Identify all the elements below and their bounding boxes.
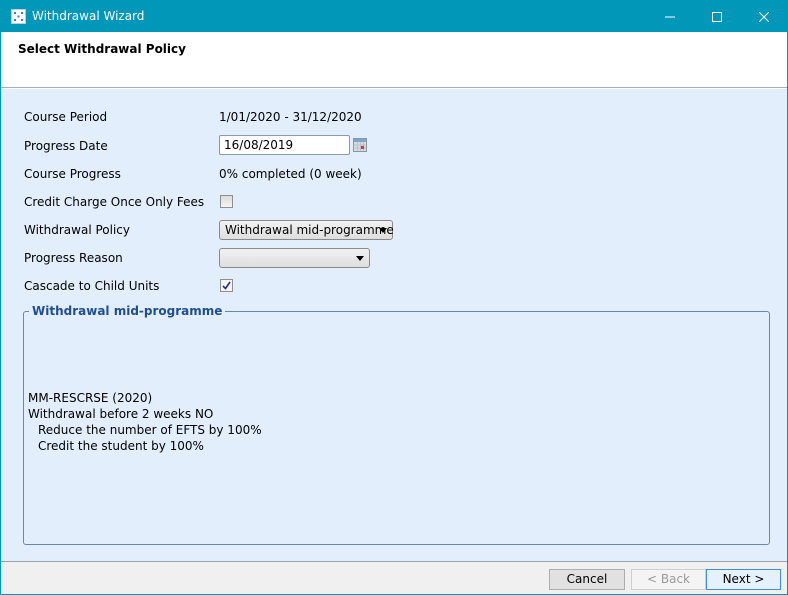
minimize-button[interactable] [647, 1, 693, 32]
cancel-button[interactable]: Cancel [549, 569, 625, 590]
dropdown-arrow-icon [379, 228, 387, 233]
checkmark-icon [222, 281, 231, 290]
progress-reason-label: Progress Reason [24, 251, 123, 265]
window-title: Withdrawal Wizard [32, 9, 145, 23]
cascade-checkbox[interactable] [220, 279, 233, 292]
cascade-label: Cascade to Child Units [24, 279, 160, 293]
progress-date-input[interactable]: 16/08/2019 [219, 135, 350, 155]
close-button[interactable] [741, 1, 787, 32]
policy-line: MM-RESCRSE (2020) [28, 391, 153, 405]
withdrawal-policy-select[interactable]: Withdrawal mid-programme [219, 220, 394, 240]
maximize-icon [712, 11, 722, 22]
next-button[interactable]: Next > [706, 569, 781, 590]
credit-charge-label: Credit Charge Once Only Fees [24, 195, 205, 209]
back-button[interactable]: < Back [631, 569, 706, 590]
page-title: Select Withdrawal Policy [18, 42, 186, 56]
withdrawal-policy-selected: Withdrawal mid-programme [225, 223, 394, 237]
policy-line: Reduce the number of EFTS by 100% [38, 423, 262, 437]
policy-line: Withdrawal before 2 weeks NO [28, 407, 214, 421]
policy-line: Credit the student by 100% [38, 439, 204, 453]
wizard-content: Course Period 1/01/2020 - 31/12/2020 Pro… [1, 89, 787, 561]
policy-details: MM-RESCRSE (2020) Withdrawal before 2 we… [28, 390, 262, 454]
withdrawal-wizard-window: Withdrawal Wizard Select Withdrawal Poli… [0, 0, 788, 595]
course-progress-value: 0% completed (0 week) [219, 167, 362, 181]
title-bar: Withdrawal Wizard [1, 1, 787, 32]
wizard-footer: Cancel < Back Next > [1, 561, 787, 594]
close-icon [759, 11, 769, 22]
progress-date-label: Progress Date [24, 139, 108, 153]
course-period-value: 1/01/2020 - 31/12/2020 [219, 110, 362, 124]
policy-group-title: Withdrawal mid-programme [29, 304, 226, 318]
app-icon [11, 9, 26, 24]
dropdown-arrow-icon [356, 256, 364, 261]
credit-charge-checkbox[interactable] [220, 195, 233, 208]
withdrawal-policy-label: Withdrawal Policy [24, 223, 130, 237]
policy-groupbox: Withdrawal mid-programme MM-RESCRSE (202… [23, 304, 770, 545]
progress-reason-select[interactable] [219, 248, 370, 268]
course-period-label: Course Period [24, 110, 108, 124]
wizard-header: Select Withdrawal Policy [1, 32, 787, 88]
maximize-button[interactable] [694, 1, 740, 32]
calendar-icon[interactable] [353, 138, 367, 152]
minimize-icon [665, 16, 675, 17]
course-progress-label: Course Progress [24, 167, 121, 181]
